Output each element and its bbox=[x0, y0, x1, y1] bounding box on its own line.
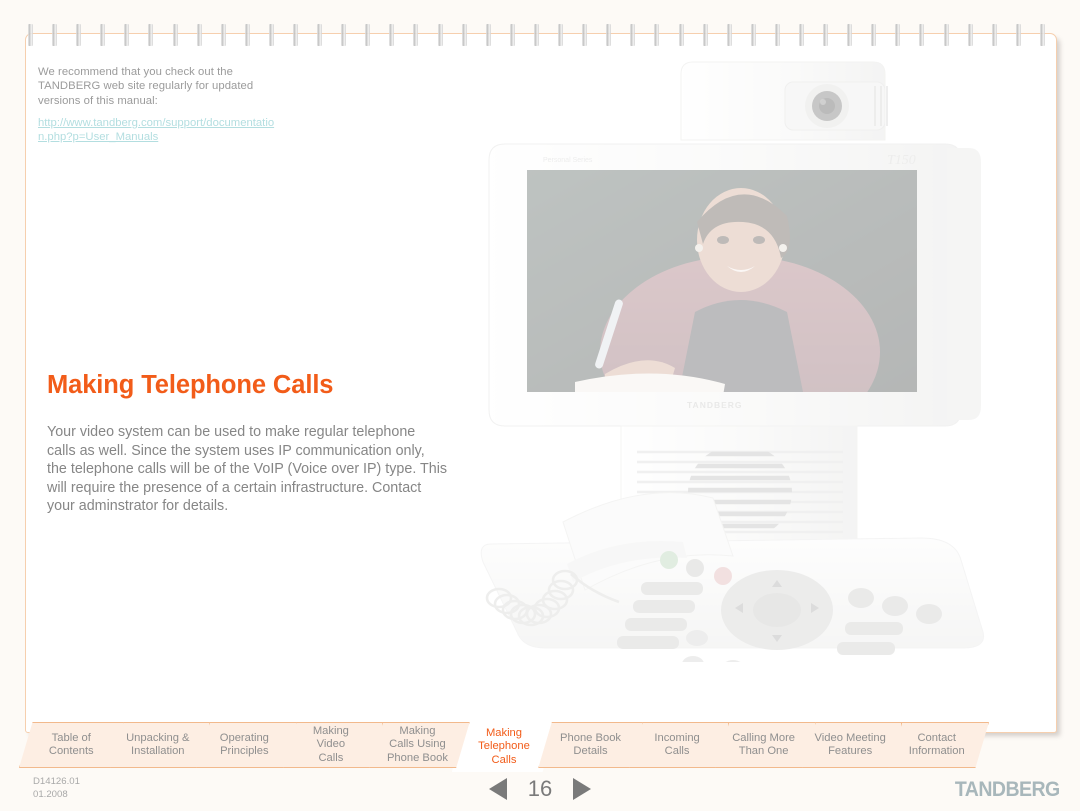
navigation-pad bbox=[721, 570, 833, 650]
spiral-ring bbox=[124, 24, 130, 46]
previous-page-arrow-icon[interactable] bbox=[489, 778, 507, 800]
product-photo-videophone: Personal Series T150 TANDBERG bbox=[455, 52, 1035, 662]
tab-label: Making Video Calls bbox=[312, 724, 349, 764]
spiral-ring bbox=[148, 24, 154, 46]
spiral-ring bbox=[268, 24, 274, 46]
intro-note-text: We recommend that you check out the TAND… bbox=[38, 66, 254, 107]
tab-label: Table of Contents bbox=[48, 731, 94, 757]
body-copy: Your video system can be used to make re… bbox=[47, 424, 448, 515]
spiral-ring bbox=[558, 24, 564, 46]
tab-label: Making Calls Using Phone Book bbox=[386, 724, 448, 764]
spiral-ring bbox=[823, 24, 829, 46]
tab-label: Video Meeting Features bbox=[814, 731, 886, 757]
spiral-binding bbox=[22, 24, 1062, 46]
spiral-ring bbox=[389, 24, 395, 46]
spiral-ring bbox=[172, 24, 178, 46]
spiral-ring bbox=[533, 24, 539, 46]
spiral-ring bbox=[1039, 24, 1045, 46]
spiral-ring bbox=[967, 24, 973, 46]
spiral-ring bbox=[341, 24, 347, 46]
page-title: Making Telephone Calls bbox=[47, 371, 334, 399]
spiral-ring bbox=[413, 24, 419, 46]
spiral-ring bbox=[317, 24, 323, 46]
tandberg-logo: TANDBERG bbox=[955, 778, 1060, 801]
document-id: D14126.01 bbox=[33, 776, 80, 787]
spiral-ring bbox=[919, 24, 925, 46]
brand-label-photo: TANDBERG bbox=[687, 400, 743, 410]
model-label: T150 bbox=[887, 153, 916, 168]
spiral-ring bbox=[678, 24, 684, 46]
monitor-unit: Personal Series T150 TANDBERG bbox=[488, 143, 981, 427]
support-documentation-link[interactable]: http://www.tandberg.com/support/document… bbox=[38, 116, 278, 145]
camera-unit bbox=[680, 61, 888, 141]
spiral-ring bbox=[774, 24, 780, 46]
spiral-ring bbox=[606, 24, 612, 46]
document-date: 01.2008 bbox=[33, 788, 68, 800]
tab-label: Unpacking & Installation bbox=[126, 731, 190, 757]
spiral-ring bbox=[220, 24, 226, 46]
tab-phone-book-details[interactable]: Phone Book Details bbox=[538, 722, 643, 768]
page-number: 16 bbox=[527, 776, 553, 801]
intro-note: We recommend that you check out the TAND… bbox=[38, 65, 278, 144]
spiral-ring bbox=[702, 24, 708, 46]
spiral-ring bbox=[847, 24, 853, 46]
section-tab-bar: Table of Contents Unpacking & Installation O… bbox=[0, 722, 1080, 776]
spiral-ring bbox=[750, 24, 756, 46]
tab-label: Contact Information bbox=[908, 731, 965, 757]
spiral-ring bbox=[509, 24, 515, 46]
next-page-arrow-icon[interactable] bbox=[573, 778, 591, 800]
spiral-ring bbox=[943, 24, 949, 46]
spiral-ring bbox=[582, 24, 588, 46]
spiral-ring bbox=[196, 24, 202, 46]
spiral-ring bbox=[28, 24, 33, 46]
spiral-ring bbox=[991, 24, 997, 46]
spiral-ring bbox=[630, 24, 636, 46]
spiral-ring bbox=[52, 24, 58, 46]
tab-table-of-contents[interactable]: Table of Contents bbox=[19, 722, 124, 768]
spiral-ring bbox=[1015, 24, 1021, 46]
tab-label: Incoming Calls bbox=[654, 731, 700, 757]
document-metadata: D14126.01 01.2008 bbox=[33, 776, 80, 801]
call-button-green bbox=[660, 551, 678, 569]
tab-label: Making Telephone Calls bbox=[478, 726, 530, 766]
spiral-ring bbox=[244, 24, 250, 46]
tab-label: Calling More Than One bbox=[732, 731, 796, 757]
spiral-ring bbox=[871, 24, 877, 46]
spiral-ring bbox=[461, 24, 467, 46]
spiral-ring bbox=[654, 24, 660, 46]
spiral-ring bbox=[100, 24, 106, 46]
spiral-ring bbox=[485, 24, 491, 46]
tab-label: Operating Principles bbox=[219, 731, 269, 757]
spiral-ring bbox=[437, 24, 443, 46]
tab-label: Phone Book Details bbox=[560, 731, 622, 757]
spiral-ring bbox=[293, 24, 299, 46]
page-navigation: 16 bbox=[460, 772, 620, 806]
spiral-ring bbox=[76, 24, 82, 46]
series-label: Personal Series bbox=[543, 157, 593, 164]
spiral-ring bbox=[895, 24, 901, 46]
spiral-ring bbox=[365, 24, 371, 46]
spiral-ring bbox=[726, 24, 732, 46]
end-call-button-red bbox=[714, 567, 732, 585]
spiral-ring bbox=[798, 24, 804, 46]
